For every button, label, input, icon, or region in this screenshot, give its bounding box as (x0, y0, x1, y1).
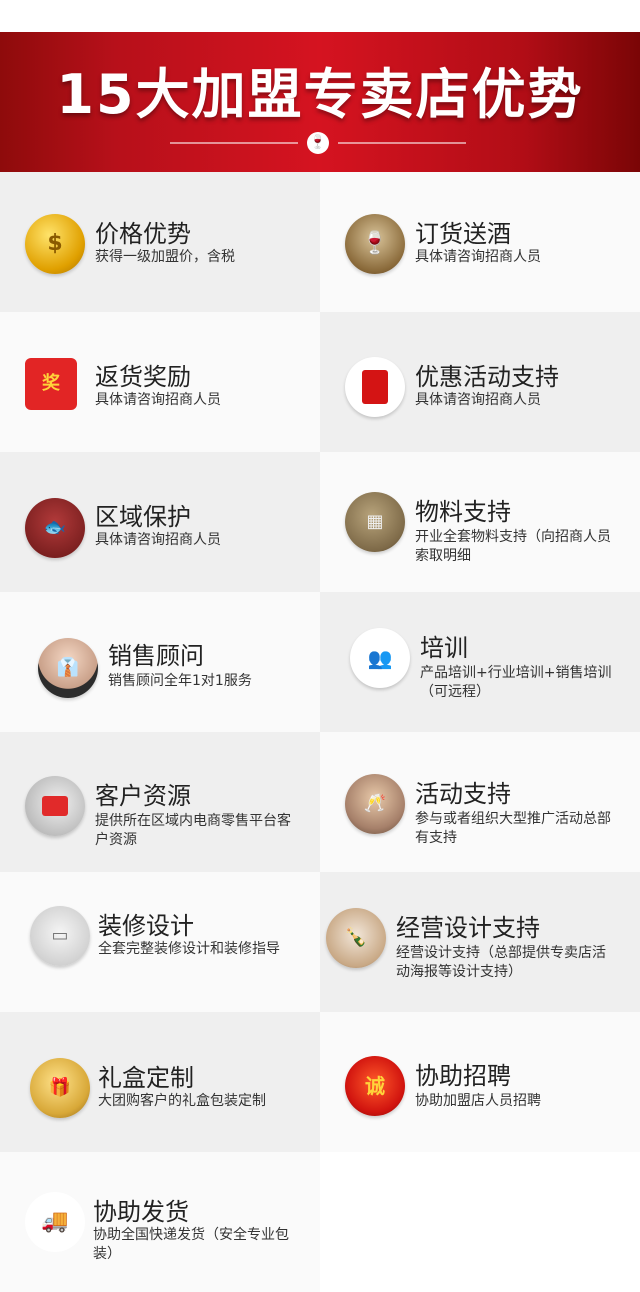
advantage-card: 🍾 经营设计支持 经营设计支持（总部提供专卖店活动海报等设计支持） (320, 872, 640, 1012)
advantage-desc: 参与或者组织大型推广活动总部有支持 (415, 811, 611, 846)
advantage-desc: 全套完整装修设计和装修指导 (98, 941, 280, 957)
advantage-title: 活动支持 (415, 780, 511, 808)
advantage-desc: 销售顾问全年1对1服务 (108, 673, 252, 689)
red-envelope-icon (345, 357, 405, 417)
advantage-card: ▭ 装修设计 全套完整装修设计和装修指导 (0, 872, 320, 1012)
advantage-desc: 经营设计支持（总部提供专卖店活动海报等设计支持） (396, 945, 606, 980)
advantages-poster: 15大加盟专卖店优势 🍷 $ 价格优势 获得一级加盟价，含税 🍷 订货送酒 具体… (0, 0, 640, 1292)
advantage-card: 👥 培训 产品培训+行业培训+销售培训（可远程） (320, 592, 640, 732)
recruit-badge-icon: 诚 (345, 1056, 405, 1116)
event-icon: 🥂 (345, 774, 405, 834)
consultant-icon: 👔 (38, 638, 98, 698)
wine-glasses-icon: 🍷 (307, 132, 329, 154)
advantage-desc: 具体请咨询招商人员 (415, 392, 541, 408)
advantage-desc: 提供所在区域内电商零售平台客户资源 (95, 813, 291, 848)
advantage-title: 装修设计 (98, 912, 194, 940)
advantage-card: 👔 销售顾问 销售顾问全年1对1服务 (0, 592, 320, 732)
advantage-desc: 产品培训+行业培训+销售培训（可远程） (420, 665, 612, 700)
banner-divider-left (170, 142, 298, 144)
business-design-icon: 🍾 (326, 908, 386, 968)
advantage-desc: 具体请咨询招商人员 (95, 532, 221, 548)
advantage-desc: 具体请咨询招商人员 (415, 249, 541, 265)
advantage-desc: 具体请咨询招商人员 (95, 392, 221, 408)
advantage-card: 优惠活动支持 具体请咨询招商人员 (320, 312, 640, 452)
advantage-desc: 协助加盟店人员招聘 (415, 1093, 541, 1109)
advantage-title: 订货送酒 (415, 220, 511, 248)
advantage-desc: 协助全国快递发货（安全专业包装） (93, 1227, 289, 1262)
advantage-card: 🍷 订货送酒 具体请咨询招商人员 (320, 172, 640, 312)
gift-package-icon: 🎁 (30, 1058, 90, 1118)
advantage-title: 礼盒定制 (98, 1064, 194, 1092)
materials-icon: ▦ (345, 492, 405, 552)
advantage-title: 客户资源 (95, 782, 191, 810)
banner-divider-right (338, 142, 466, 144)
banner-title: 15大加盟专卖店优势 (56, 63, 584, 126)
advantage-title: 经营设计支持 (396, 914, 540, 942)
advantage-desc: 获得一级加盟价，含税 (95, 249, 235, 265)
advantage-title: 优惠活动支持 (415, 363, 559, 391)
advantage-card: $ 价格优势 获得一级加盟价，含税 (0, 172, 320, 312)
advantage-desc: 大团购客户的礼盒包装定制 (98, 1093, 266, 1109)
advantage-card: 🐟 区域保护 具体请咨询招商人员 (0, 452, 320, 592)
gold-coin-icon: $ (25, 214, 85, 274)
koi-fish-icon: 🐟 (25, 498, 85, 558)
advantage-title: 销售顾问 (108, 642, 204, 670)
advantage-card: 客户资源 提供所在区域内电商零售平台客户资源 (0, 732, 320, 872)
advantage-card: 诚 协助招聘 协助加盟店人员招聘 (320, 1012, 640, 1152)
gift-box-icon: 奖 (25, 358, 77, 410)
interior-design-icon: ▭ (30, 906, 90, 966)
advantage-title: 价格优势 (95, 220, 191, 248)
header-banner: 15大加盟专卖店优势 🍷 (0, 32, 640, 172)
wine-bottle-icon: 🍷 (345, 214, 405, 274)
advantage-title: 协助招聘 (415, 1062, 511, 1090)
advantage-card: ▦ 物料支持 开业全套物料支持（向招商人员索取明细 (320, 452, 640, 592)
advantage-card: 奖 返货奖励 具体请咨询招商人员 (0, 312, 320, 452)
delivery-icon: 🚚 (25, 1192, 85, 1252)
shopping-cart-icon (25, 776, 85, 836)
advantage-title: 返货奖励 (95, 363, 191, 391)
advantage-title: 培训 (420, 634, 468, 662)
advantage-card: 🎁 礼盒定制 大团购客户的礼盒包装定制 (0, 1012, 320, 1152)
advantage-card: 🥂 活动支持 参与或者组织大型推广活动总部有支持 (320, 732, 640, 872)
advantage-title: 物料支持 (415, 498, 511, 526)
advantage-title: 协助发货 (93, 1198, 189, 1226)
advantage-title: 区域保护 (95, 503, 191, 531)
advantage-desc: 开业全套物料支持（向招商人员索取明细 (415, 529, 611, 564)
advantage-card: 🚚 协助发货 协助全国快递发货（安全专业包装） (0, 1152, 320, 1292)
training-icon: 👥 (350, 628, 410, 688)
